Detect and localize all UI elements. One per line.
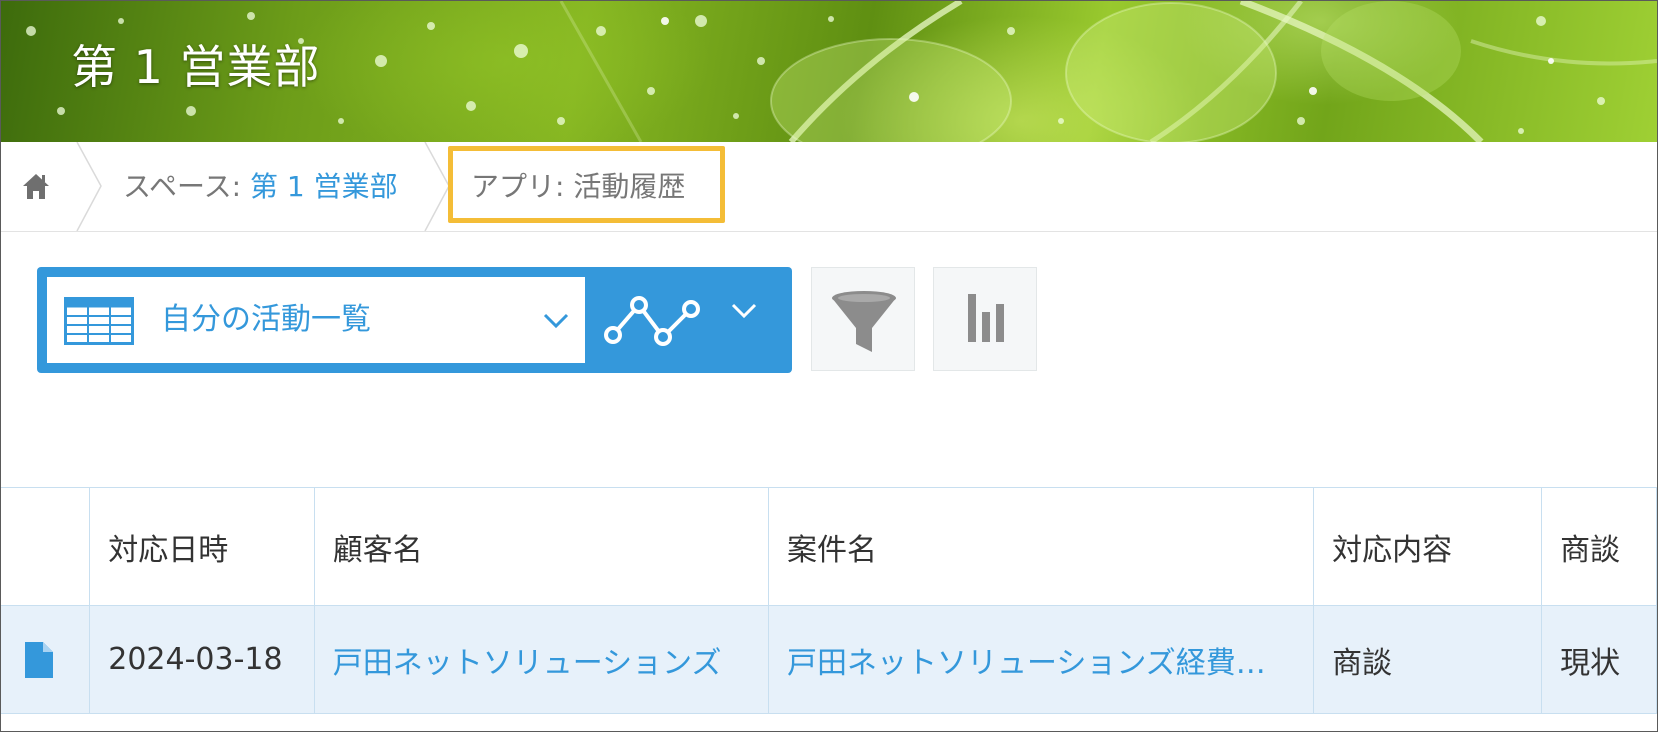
app-window: 第 1 営業部 スペース: 第 1 営業部 アプリ: 活動履歴 自分の活動一覧 … [0,0,1658,732]
breadcrumb-space-prefix: スペース: [123,170,250,203]
column-header-date[interactable]: 対応日時 [89,487,315,606]
record-detail-icon[interactable] [25,641,53,678]
records-table: 対応日時 顧客名 案件名 対応内容 商談 2024-03-18 戸田ネットソリュ… [1,487,1657,714]
filter-icon [832,291,896,352]
breadcrumb-app-name: 活動履歴 [573,170,686,203]
table-view-icon [64,297,134,345]
cell-customer-link[interactable]: 戸田ネットソリューションズ [313,605,769,714]
breadcrumb-space-link[interactable]: 第 1 営業部 [250,170,398,203]
space-title: 第 1 営業部 [71,40,321,94]
breadcrumb-app: アプリ: 活動履歴 [471,170,685,204]
cell-deal-link[interactable]: 戸田ネットソリューションズ経費… [767,605,1315,714]
table-row: 2024-03-18 戸田ネットソリューションズ 戸田ネットソリューションズ経費… [1,605,1657,714]
home-icon[interactable] [21,171,51,201]
graph-chevron-down-icon[interactable] [731,303,757,319]
chart-button[interactable] [933,267,1037,371]
column-header-customer[interactable]: 顧客名 [313,487,769,606]
records-table-wrapper: 対応日時 顧客名 案件名 対応内容 商談 2024-03-18 戸田ネットソリュ… [1,487,1657,731]
space-header-banner: 第 1 営業部 [1,1,1657,142]
view-dropdown[interactable]: 自分の活動一覧 [47,277,585,363]
bar-chart-icon [968,294,1004,342]
breadcrumb-app-prefix: アプリ: [471,170,574,203]
breadcrumb: スペース: 第 1 営業部 アプリ: 活動履歴 [1,142,1657,232]
table-header-row: 対応日時 顧客名 案件名 対応内容 商談 [1,487,1657,606]
graph-icon[interactable] [603,293,703,349]
view-name: 自分の活動一覧 [161,302,371,337]
breadcrumb-space: スペース: 第 1 営業部 [123,170,398,204]
column-header-status[interactable]: 商談 [1541,487,1657,606]
cell-activity: 商談 [1313,605,1543,714]
cell-date: 2024-03-18 [89,605,315,714]
cell-status: 現状 [1541,605,1657,714]
column-header-deal[interactable]: 案件名 [767,487,1315,606]
record-detail-cell[interactable] [1,605,91,714]
chevron-down-icon [543,313,569,329]
view-selector-bar: 自分の活動一覧 [37,267,792,373]
column-header-activity[interactable]: 対応内容 [1313,487,1543,606]
column-header-icon [1,487,91,606]
filter-button[interactable] [811,267,915,371]
